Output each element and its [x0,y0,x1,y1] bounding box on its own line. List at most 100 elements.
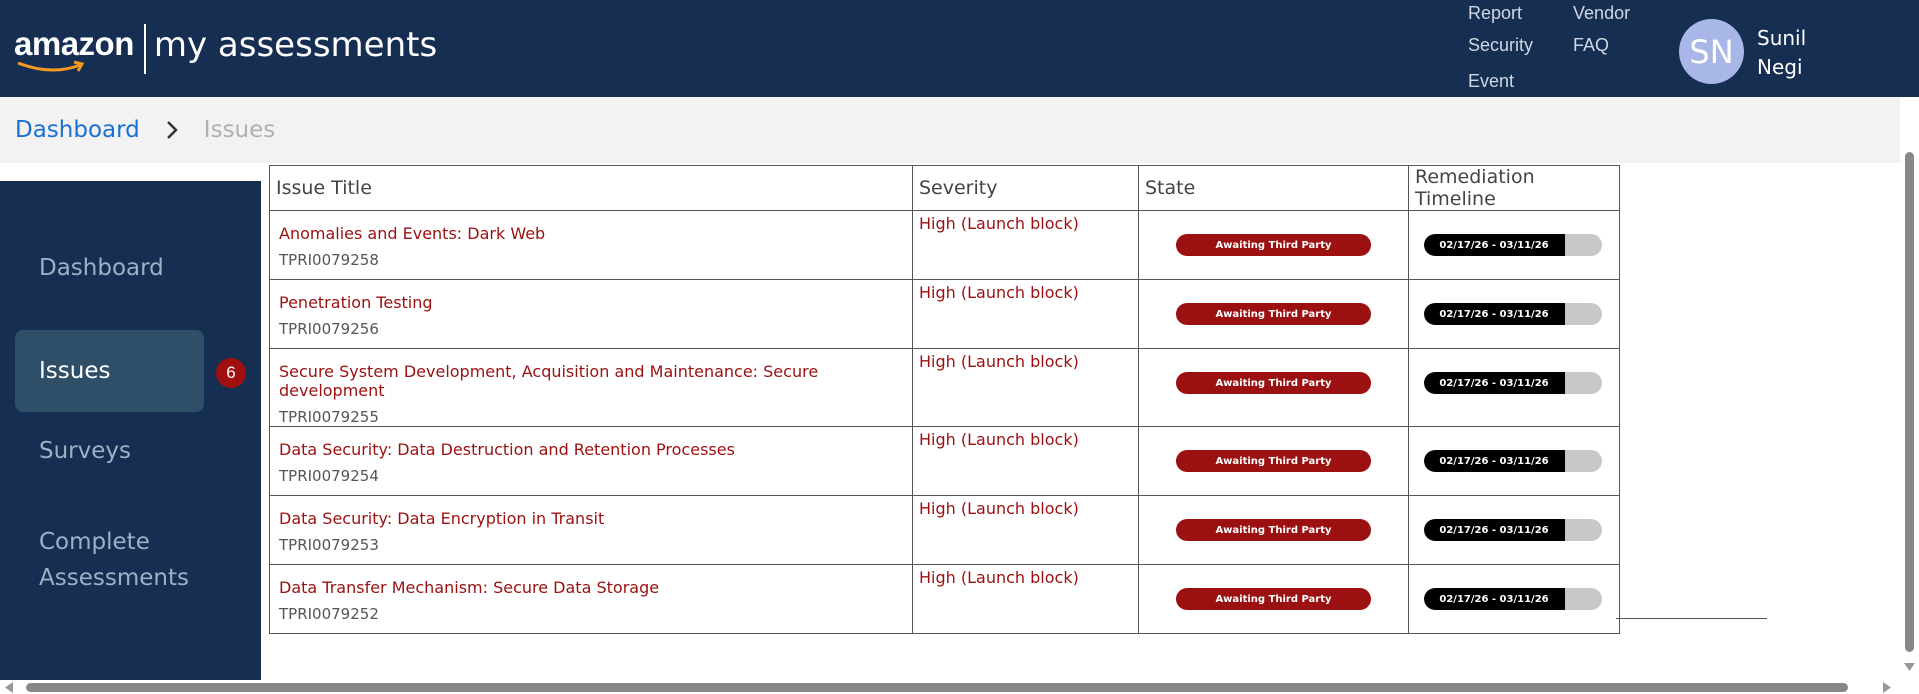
remediation-timeline-text: 02/17/26 - 03/11/26 [1439,524,1549,536]
state-badge: Awaiting Third Party [1176,450,1371,472]
state-badge: Awaiting Third Party [1176,234,1371,256]
nav-faq[interactable]: FAQ [1573,27,1630,63]
remediation-cell: 02/17/26 - 03/11/26 [1408,564,1620,634]
table-row[interactable]: Data Security: Data Destruction and Rete… [269,426,1620,496]
column-header-severity[interactable]: Severity [912,165,1139,211]
table-row[interactable]: Anomalies and Events: Dark Web TPRI007925… [269,210,1620,280]
nav-group-vendor: Vendor FAQ [1573,0,1630,99]
severity-cell: High (Launch block) [912,279,1139,349]
app-logo[interactable]: amazon my assessments [14,22,437,76]
severity-text: High (Launch block) [919,499,1079,518]
severity-cell: High (Launch block) [912,426,1139,496]
issues-count-badge: 6 [216,358,246,388]
issue-id: TPRI0079254 [279,467,379,485]
remediation-cell: 02/17/26 - 03/11/26 [1408,495,1620,565]
remediation-cell: 02/17/26 - 03/11/26 [1408,279,1620,349]
top-header: amazon my assessments Report Security Ev… [0,0,1919,97]
issue-title-link[interactable]: Secure System Development, Acquisition a… [270,349,912,400]
severity-cell: High (Launch block) [912,348,1139,427]
horizontal-scroll-thumb[interactable] [26,683,1848,692]
scroll-right-arrow-icon[interactable] [1883,682,1891,693]
issue-title-cell: Data Security: Data Encryption in Transi… [269,495,913,565]
issue-title-link[interactable]: Data Security: Data Destruction and Rete… [270,427,912,459]
severity-text: High (Launch block) [919,568,1079,587]
issue-title-cell: Anomalies and Events: Dark Web TPRI007925… [269,210,913,280]
remediation-timeline-bar: 02/17/26 - 03/11/26 [1424,234,1602,256]
issue-id: TPRI0079256 [279,320,379,338]
issue-title-link[interactable]: Anomalies and Events: Dark Web [270,211,912,243]
user-first-name: Sunil [1757,26,1807,50]
state-cell: Awaiting Third Party [1138,348,1409,427]
state-badge: Awaiting Third Party [1176,372,1371,394]
sidebar-item-issues[interactable]: Issues [15,330,204,412]
sidebar-item-complete-assessments[interactable]: Complete Assessments [15,524,204,596]
remediation-timeline-text: 02/17/26 - 03/11/26 [1439,593,1549,605]
remediation-cell: 02/17/26 - 03/11/26 [1408,210,1620,280]
remediation-timeline-bar: 02/17/26 - 03/11/26 [1424,303,1602,325]
breadcrumb: Dashboard Issues [0,97,1900,163]
state-cell: Awaiting Third Party [1138,279,1409,349]
table-row[interactable]: Penetration Testing TPRI0079256 High (Laun… [269,279,1620,349]
severity-cell: High (Launch block) [912,210,1139,280]
issue-title-cell: Data Security: Data Destruction and Rete… [269,426,913,496]
severity-text: High (Launch block) [919,214,1079,233]
issue-id: TPRI0079252 [279,605,379,623]
remediation-timeline-text: 02/17/26 - 03/11/26 [1439,308,1549,320]
column-header-issue-title[interactable]: Issue Title [269,165,913,211]
remediation-timeline-text: 02/17/26 - 03/11/26 [1439,239,1549,251]
issues-table-body: Anomalies and Events: Dark Web TPRI007925… [269,210,1620,634]
nav-report-line1[interactable]: Report [1468,0,1533,27]
column-header-remediation-timeline[interactable]: Remediation Timeline [1408,165,1620,211]
sidebar-item-dashboard[interactable]: Dashboard [15,250,204,286]
severity-cell: High (Launch block) [912,564,1139,634]
sidebar-item-surveys[interactable]: Surveys [15,433,204,469]
nav-group-report[interactable]: Report Security Event [1468,0,1533,99]
state-cell: Awaiting Third Party [1138,564,1409,634]
issue-title-cell: Penetration Testing TPRI0079256 [269,279,913,349]
state-badge: Awaiting Third Party [1176,519,1371,541]
sidebar-item-label: Issues [39,358,111,384]
remediation-cell: 02/17/26 - 03/11/26 [1408,348,1620,427]
issue-title-link[interactable]: Data Security: Data Encryption in Transi… [270,496,912,528]
remediation-timeline-bar: 02/17/26 - 03/11/26 [1424,519,1602,541]
remediation-timeline-text: 02/17/26 - 03/11/26 [1439,455,1549,467]
state-cell: Awaiting Third Party [1138,210,1409,280]
issue-id: TPRI0079253 [279,536,379,554]
table-row[interactable]: Data Security: Data Encryption in Transi… [269,495,1620,565]
severity-text: High (Launch block) [919,430,1079,449]
chevron-right-icon [162,120,182,140]
severity-text: High (Launch block) [919,352,1079,371]
amazon-smile-icon [17,60,85,72]
severity-text: High (Launch block) [919,283,1079,302]
state-badge: Awaiting Third Party [1176,588,1371,610]
user-name[interactable]: Sunil Negi [1757,24,1806,82]
breadcrumb-dashboard[interactable]: Dashboard [15,117,140,143]
issue-title-cell: Data Transfer Mechanism: Secure Data Sto… [269,564,913,634]
table-row[interactable]: Secure System Development, Acquisition a… [269,348,1620,427]
sidebar: Dashboard Issues 6 Surveys Complete Asse… [0,181,261,680]
vertical-scroll-thumb[interactable] [1905,152,1914,652]
nav-report-line3[interactable]: Event [1468,63,1533,99]
state-cell: Awaiting Third Party [1138,426,1409,496]
table-header-row: Issue Title Severity State Remediation T… [269,165,1620,211]
vertical-scrollbar[interactable] [1900,97,1919,680]
user-last-name: Negi [1757,55,1803,79]
issue-id: TPRI0079258 [279,251,379,269]
issue-id: TPRI0079255 [279,408,379,426]
nav-report-line2[interactable]: Security [1468,27,1533,63]
issue-title-link[interactable]: Data Transfer Mechanism: Secure Data Sto… [270,565,912,597]
breadcrumb-current: Issues [203,117,276,143]
table-row[interactable]: Data Transfer Mechanism: Secure Data Sto… [269,564,1620,634]
state-cell: Awaiting Third Party [1138,495,1409,565]
avatar[interactable]: SN [1679,19,1744,84]
scroll-left-arrow-icon[interactable] [5,682,13,693]
scroll-down-arrow-icon[interactable] [1904,663,1915,672]
column-header-state[interactable]: State [1138,165,1409,211]
horizontal-scrollbar[interactable] [0,680,1900,694]
remediation-cell: 02/17/26 - 03/11/26 [1408,426,1620,496]
issue-title-link[interactable]: Penetration Testing [270,280,912,312]
nav-vendor[interactable]: Vendor [1573,0,1630,27]
app-title: my assessments [153,25,438,65]
remediation-timeline-bar: 02/17/26 - 03/11/26 [1424,372,1602,394]
header-nav: Report Security Event Vendor FAQ [1468,0,1670,99]
